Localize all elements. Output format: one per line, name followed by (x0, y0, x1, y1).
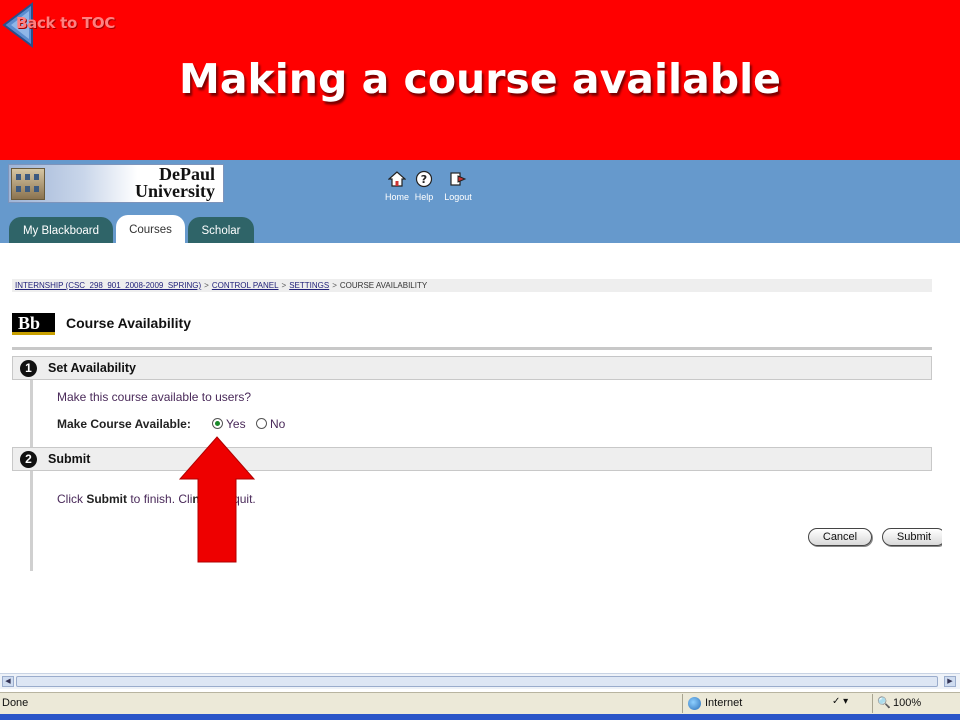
depaul-logo: DePaul University (8, 164, 224, 203)
logout-label: Logout (444, 192, 472, 202)
help-label: Help (414, 192, 434, 202)
logout-link[interactable]: Logout (440, 170, 476, 202)
cancel-button[interactable]: Cancel (808, 528, 872, 546)
breadcrumb-course[interactable]: INTERNSHIP (CSC_298_901_2008-2009_SPRING… (15, 281, 201, 290)
radio-yes[interactable]: Yes (212, 417, 252, 431)
tab-scholar[interactable]: Scholar (188, 217, 254, 244)
help-link[interactable]: ? Help (412, 170, 436, 202)
submit-button[interactable]: Submit (882, 528, 946, 546)
breadcrumb-settings[interactable]: SETTINGS (289, 281, 329, 290)
protected-mode-icon[interactable]: ✓ ▾ (832, 696, 848, 707)
status-text: Done (2, 697, 29, 709)
step-1-number: 1 (20, 360, 37, 377)
vertical-scrollbar[interactable] (942, 252, 960, 673)
tab-courses[interactable]: Courses (116, 215, 185, 244)
radio-yes-dot[interactable] (212, 418, 223, 429)
radio-no-label: No (270, 417, 286, 431)
radio-yes-label: Yes (226, 417, 246, 431)
horizontal-scrollbar[interactable]: ◀ ▶ (0, 673, 960, 689)
zoom-level: 100% (893, 697, 922, 709)
back-to-toc-link[interactable]: Back to TOC (2, 2, 142, 48)
taskbar (0, 714, 960, 720)
radio-no-dot[interactable] (256, 418, 267, 429)
step-2-header: 2 Submit (12, 447, 932, 471)
scroll-left-icon[interactable]: ◀ (2, 676, 14, 687)
step-1-header: 1 Set Availability (12, 356, 932, 380)
logo-line2: University (135, 181, 215, 201)
back-to-toc-label: Back to TOC (16, 14, 116, 32)
page-title: Course Availability (66, 315, 192, 331)
tab-my-blackboard[interactable]: My Blackboard (9, 217, 113, 244)
bb-logo: Bb (12, 313, 55, 335)
zone-label: Internet (705, 697, 743, 709)
step-2-label: Submit (48, 452, 91, 466)
logout-icon (450, 172, 467, 186)
building-icon (11, 168, 45, 200)
step-1-label: Set Availability (48, 361, 136, 375)
step-2-rail (30, 471, 33, 571)
step-1-rail (30, 380, 33, 449)
content-frame: INTERNSHIP (CSC_298_901_2008-2009_SPRING… (0, 243, 946, 673)
step-2-number: 2 (20, 451, 37, 468)
scroll-thumb[interactable] (16, 676, 938, 687)
slide-header: Back to TOC Making a course available (0, 0, 960, 160)
home-link[interactable]: Home (382, 170, 412, 202)
availability-question: Make this course available to users? (57, 390, 252, 404)
home-label: Home (384, 192, 409, 202)
radio-no[interactable]: No (256, 417, 290, 431)
breadcrumb: INTERNSHIP (CSC_298_901_2008-2009_SPRING… (12, 279, 932, 292)
scroll-right-icon[interactable]: ▶ (944, 676, 956, 687)
zoom-icon: 🔍 (877, 697, 891, 709)
svg-text:?: ? (421, 173, 427, 186)
status-bar: Done Internet ✓ ▾ 🔍 100% (0, 692, 960, 714)
zoom-control[interactable]: 🔍 100% (872, 694, 952, 713)
security-zone: Internet (682, 694, 830, 713)
home-icon (388, 171, 406, 187)
browser-window: DePaul University Home ? Help Logout My … (0, 160, 960, 720)
breadcrumb-current: COURSE AVAILABILITY (339, 281, 428, 290)
red-arrow-icon (178, 436, 256, 563)
help-icon: ? (415, 170, 433, 188)
blackboard-header: DePaul University Home ? Help Logout My … (0, 160, 960, 244)
globe-icon (688, 697, 701, 710)
slide-title: Making a course available (179, 55, 781, 103)
divider (12, 347, 932, 350)
breadcrumb-control-panel[interactable]: CONTROL PANEL (212, 281, 279, 290)
make-available-label: Make Course Available: (57, 417, 191, 431)
